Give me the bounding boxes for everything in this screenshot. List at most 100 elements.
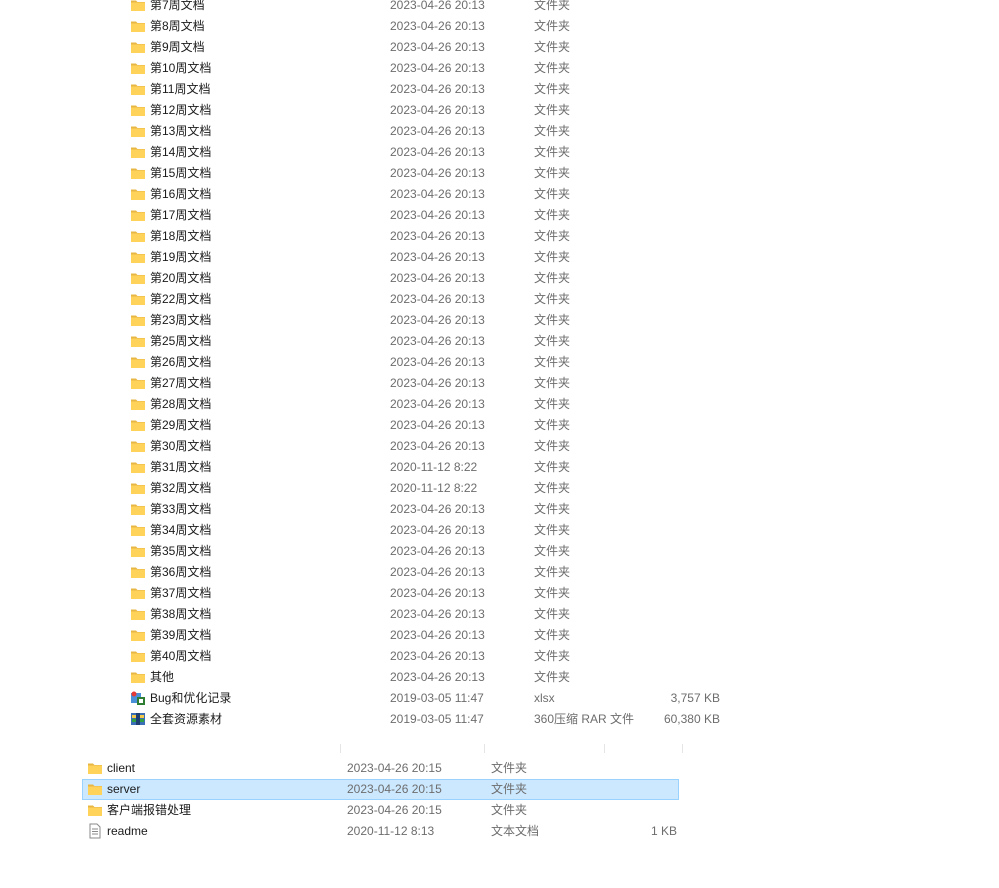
- list-item[interactable]: 第23周文档 2023-04-26 20:13 文件夹: [0, 310, 999, 331]
- folder-icon: [130, 375, 146, 391]
- list-item[interactable]: 第9周文档 2023-04-26 20:13 文件夹: [0, 37, 999, 58]
- file-name: 第31周文档: [150, 460, 212, 474]
- file-type: 文件夹: [534, 544, 571, 558]
- file-type: 文件夹: [534, 229, 571, 243]
- file-type: 文件夹: [534, 502, 571, 516]
- list-item[interactable]: 第31周文档 2020-11-12 8:22 文件夹: [0, 457, 999, 478]
- text-file-icon: [87, 823, 103, 839]
- folder-icon: [130, 228, 146, 244]
- rar-archive-icon: [130, 711, 146, 727]
- file-type: 文件夹: [491, 761, 528, 775]
- list-item[interactable]: 第14周文档 2023-04-26 20:13 文件夹: [0, 142, 999, 163]
- list-item[interactable]: 第12周文档 2023-04-26 20:13 文件夹: [0, 100, 999, 121]
- file-name: 第9周文档: [150, 40, 205, 54]
- folder-icon: [130, 438, 146, 454]
- list-item[interactable]: 第7周文档 2023-04-26 20:13 文件夹: [0, 0, 999, 16]
- list-item[interactable]: 第22周文档 2023-04-26 20:13 文件夹: [0, 289, 999, 310]
- list-item[interactable]: 第33周文档 2023-04-26 20:13 文件夹: [0, 499, 999, 520]
- folder-icon: [130, 165, 146, 181]
- list-item[interactable]: 第18周文档 2023-04-26 20:13 文件夹: [0, 226, 999, 247]
- file-name: 第20周文档: [150, 271, 212, 285]
- list-item[interactable]: 第13周文档 2023-04-26 20:13 文件夹: [0, 121, 999, 142]
- list-item[interactable]: server 2023-04-26 20:15 文件夹: [82, 779, 679, 800]
- column-divider[interactable]: [484, 744, 485, 753]
- folder-icon: [87, 760, 103, 776]
- list-item[interactable]: 第17周文档 2023-04-26 20:13 文件夹: [0, 205, 999, 226]
- file-type: 文件夹: [534, 460, 571, 474]
- file-name: readme: [107, 824, 148, 838]
- folder-icon: [130, 501, 146, 517]
- list-item[interactable]: 第35周文档 2023-04-26 20:13 文件夹: [0, 541, 999, 562]
- column-divider[interactable]: [682, 744, 683, 753]
- folder-icon: [130, 81, 146, 97]
- list-item[interactable]: 第25周文档 2023-04-26 20:13 文件夹: [0, 331, 999, 352]
- file-type: xlsx: [534, 691, 555, 705]
- list-item[interactable]: 第30周文档 2023-04-26 20:13 文件夹: [0, 436, 999, 457]
- list-item[interactable]: client 2023-04-26 20:15 文件夹: [0, 758, 999, 779]
- folder-icon: [130, 123, 146, 139]
- list-item[interactable]: 第10周文档 2023-04-26 20:13 文件夹: [0, 58, 999, 79]
- folder-icon: [130, 648, 146, 664]
- list-item[interactable]: 第26周文档 2023-04-26 20:13 文件夹: [0, 352, 999, 373]
- file-type: 文件夹: [534, 649, 571, 663]
- list-item[interactable]: 全套资源素材 2019-03-05 11:47 360压缩 RAR 文件 60,380…: [0, 709, 999, 730]
- modified-date: 2023-04-26 20:13: [390, 124, 485, 138]
- file-name: 第16周文档: [150, 187, 212, 201]
- list-item[interactable]: readme 2020-11-12 8:13 文本文档 1 KB: [0, 821, 999, 842]
- list-item[interactable]: Bug和优化记录 2019-03-05 11:47 xlsx 3,757 KB: [0, 688, 999, 709]
- folder-icon: [130, 102, 146, 118]
- modified-date: 2023-04-26 20:13: [390, 229, 485, 243]
- folder-icon: [130, 459, 146, 475]
- modified-date: 2020-11-12 8:22: [390, 481, 478, 495]
- file-name: 第30周文档: [150, 439, 212, 453]
- list-item[interactable]: 第19周文档 2023-04-26 20:13 文件夹: [0, 247, 999, 268]
- list-item[interactable]: 第40周文档 2023-04-26 20:13 文件夹: [0, 646, 999, 667]
- list-item[interactable]: 第20周文档 2023-04-26 20:13 文件夹: [0, 268, 999, 289]
- file-type: 文件夹: [534, 292, 571, 306]
- list-item[interactable]: 第28周文档 2023-04-26 20:13 文件夹: [0, 394, 999, 415]
- list-item[interactable]: 第8周文档 2023-04-26 20:13 文件夹: [0, 16, 999, 37]
- file-name: 第26周文档: [150, 355, 212, 369]
- file-type: 文件夹: [534, 61, 571, 75]
- modified-date: 2023-04-26 20:13: [390, 40, 485, 54]
- list-item[interactable]: 第36周文档 2023-04-26 20:13 文件夹: [0, 562, 999, 583]
- list-item[interactable]: 第39周文档 2023-04-26 20:13 文件夹: [0, 625, 999, 646]
- list-item[interactable]: 第37周文档 2023-04-26 20:13 文件夹: [0, 583, 999, 604]
- modified-date: 2023-04-26 20:15: [347, 782, 442, 796]
- modified-date: 2023-04-26 20:13: [390, 313, 485, 327]
- list-item[interactable]: 第27周文档 2023-04-26 20:13 文件夹: [0, 373, 999, 394]
- list-item[interactable]: 第29周文档 2023-04-26 20:13 文件夹: [0, 415, 999, 436]
- file-type: 文本文档: [491, 824, 540, 838]
- modified-date: 2023-04-26 20:13: [390, 544, 485, 558]
- file-type: 文件夹: [534, 40, 571, 54]
- list-item[interactable]: 第34周文档 2023-04-26 20:13 文件夹: [0, 520, 999, 541]
- modified-date: 2023-04-26 20:13: [390, 670, 485, 684]
- file-type: 文件夹: [534, 355, 571, 369]
- modified-date: 2023-04-26 20:13: [390, 376, 485, 390]
- folder-icon: [130, 144, 146, 160]
- xlsx-file-icon: [130, 690, 146, 706]
- folder-icon: [130, 249, 146, 265]
- list-item[interactable]: 第32周文档 2020-11-12 8:22 文件夹: [0, 478, 999, 499]
- modified-date: 2023-04-26 20:13: [390, 208, 485, 222]
- folder-icon: [130, 543, 146, 559]
- column-divider[interactable]: [604, 744, 605, 753]
- file-type: 文件夹: [534, 523, 571, 537]
- folder-icon: [130, 669, 146, 685]
- list-item[interactable]: 第38周文档 2023-04-26 20:13 文件夹: [0, 604, 999, 625]
- column-divider[interactable]: [340, 744, 341, 753]
- folder-icon: [130, 480, 146, 496]
- list-item[interactable]: 第11周文档 2023-04-26 20:13 文件夹: [0, 79, 999, 100]
- file-name: 第22周文档: [150, 292, 212, 306]
- file-name: 第8周文档: [150, 19, 205, 33]
- folder-icon: [130, 396, 146, 412]
- list-item[interactable]: 第16周文档 2023-04-26 20:13 文件夹: [0, 184, 999, 205]
- folder-icon: [130, 270, 146, 286]
- modified-date: 2023-04-26 20:13: [390, 397, 485, 411]
- folder-icon: [130, 606, 146, 622]
- list-item[interactable]: 第15周文档 2023-04-26 20:13 文件夹: [0, 163, 999, 184]
- list-item[interactable]: 其他 2023-04-26 20:13 文件夹: [0, 667, 999, 688]
- list-item[interactable]: 客户端报错处理 2023-04-26 20:15 文件夹: [0, 800, 999, 821]
- modified-date: 2023-04-26 20:13: [390, 586, 485, 600]
- folder-icon: [130, 564, 146, 580]
